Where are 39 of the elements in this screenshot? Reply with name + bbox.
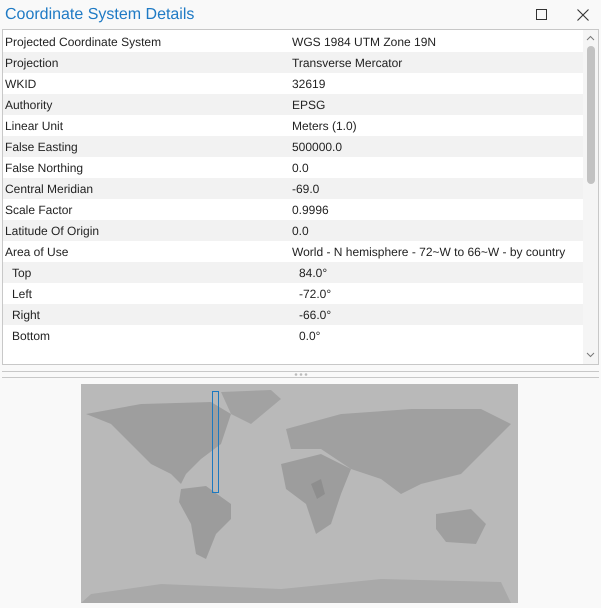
- property-value: -69.0: [292, 182, 320, 196]
- property-name: Top: [12, 266, 32, 280]
- property-value: World - N hemisphere - 72~W to 66~W - by country: [292, 244, 566, 258]
- property-name: Area of Use: [5, 244, 68, 258]
- property-value: 32619: [292, 76, 326, 90]
- property-value: WGS 1984 UTM Zone 19N: [292, 34, 436, 48]
- grip-icon: [294, 373, 308, 376]
- property-name: WKID: [5, 76, 36, 90]
- property-name: Linear Unit: [5, 118, 64, 132]
- property-name: Right: [12, 308, 40, 322]
- close-icon: [577, 8, 589, 20]
- property-name: Latitude Of Origin: [5, 224, 100, 238]
- window-title: Coordinate System Details: [5, 4, 194, 24]
- scroll-down-icon: [586, 352, 595, 358]
- property-value: Transverse Mercator: [292, 56, 402, 70]
- scrollbar[interactable]: [583, 30, 598, 364]
- property-value: -66.0°: [299, 308, 332, 322]
- property-name: Central Meridian: [5, 182, 94, 196]
- property-value: 500000.0: [292, 140, 342, 154]
- property-name: False Easting: [5, 140, 78, 154]
- property-name: Left: [12, 286, 32, 300]
- property-value: EPSG: [292, 98, 326, 112]
- property-value: 0.0: [292, 160, 309, 174]
- scroll-up-icon: [586, 35, 595, 41]
- property-value: 84.0°: [299, 266, 328, 280]
- property-name: Bottom: [12, 328, 50, 342]
- property-value: -72.0°: [299, 286, 332, 300]
- splitter[interactable]: [2, 371, 599, 378]
- property-name: False Northing: [5, 160, 84, 174]
- property-name: Scale Factor: [5, 202, 72, 216]
- property-value: 0.9996: [292, 202, 329, 216]
- property-name: Authority: [5, 98, 52, 112]
- property-name: Projected Coordinate System: [5, 34, 162, 48]
- property-value: 0.0: [292, 224, 309, 238]
- scrollbar-thumb[interactable]: [586, 46, 594, 184]
- property-name: Projection: [5, 56, 58, 70]
- property-value: 0.0°: [299, 328, 320, 342]
- property-value: Meters (1.0): [292, 118, 357, 132]
- maximize-icon: [536, 9, 546, 20]
